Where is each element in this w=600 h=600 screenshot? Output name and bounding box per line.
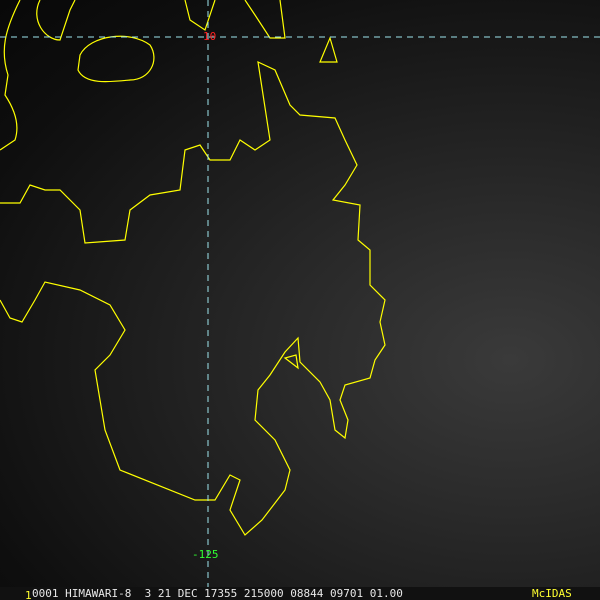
coastline-main (0, 60, 386, 536)
mcidas-brand: McIDAS (532, 587, 572, 600)
coastlines (0, 0, 386, 536)
island-north (77, 35, 155, 83)
frame-number: 1 (25, 589, 32, 600)
map-overlay (0, 0, 600, 587)
status-bar: 0001 HIMAWARI-8 3 21 DEC 17355 215000 08… (0, 587, 600, 600)
coastline-north-2 (244, 0, 286, 39)
coastline-north-1 (184, 0, 216, 31)
latitude-label: 10 (203, 30, 217, 43)
inner-islet (283, 354, 299, 370)
image-metadata-text: 0001 HIMAWARI-8 3 21 DEC 17355 215000 08… (32, 587, 403, 600)
islet (319, 36, 338, 63)
longitude-label: -125 (192, 548, 219, 561)
satellite-image-view: 10 -125 0001 HIMAWARI-8 3 21 DEC 17355 2… (0, 0, 600, 600)
graticule (0, 0, 600, 587)
coastline-northwest-2 (36, 0, 76, 41)
coastline-northwest (0, 0, 21, 151)
